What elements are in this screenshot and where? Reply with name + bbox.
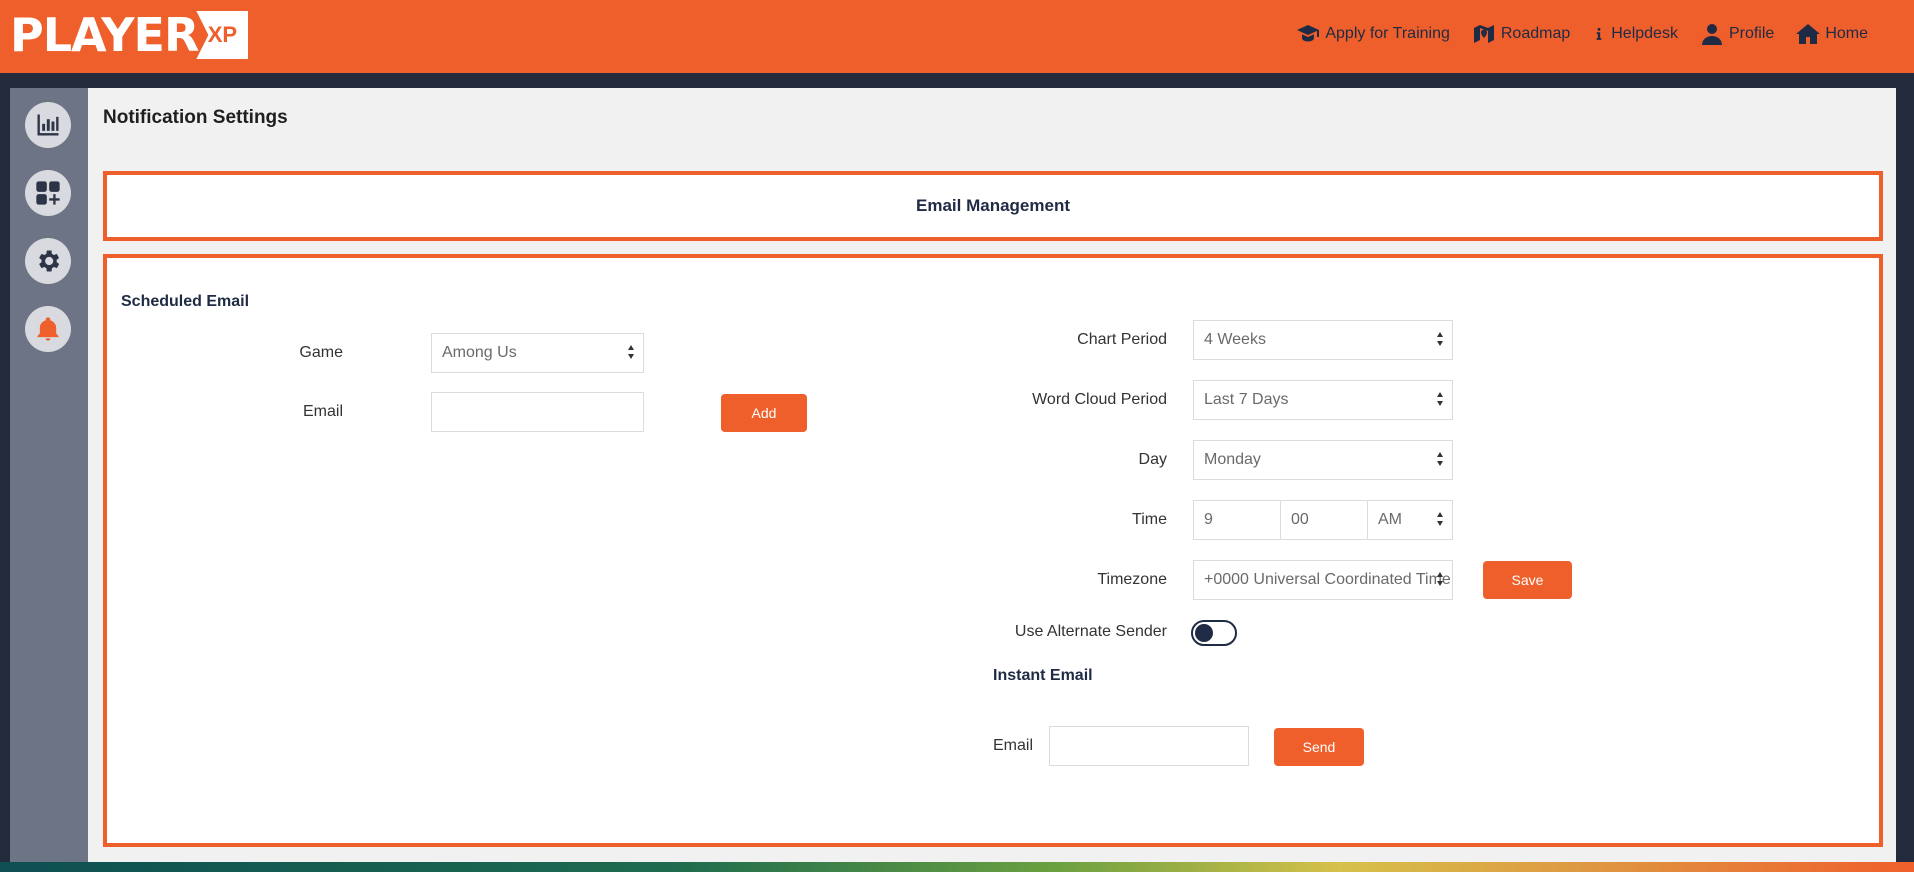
alternate-sender-label: Use Alternate Sender — [1014, 623, 1167, 640]
select-arrows-icon — [1437, 512, 1444, 528]
logo-text: PLAYER — [10, 8, 199, 62]
day-label: Day — [1138, 451, 1167, 468]
select-arrows-icon — [1437, 392, 1444, 408]
info-icon — [1596, 27, 1602, 40]
chart-period-value: 4 Weeks — [1204, 331, 1266, 348]
sidebar-item-add-widget[interactable] — [25, 170, 71, 216]
graduation-cap-icon — [1297, 25, 1320, 42]
instant-email-title: Instant Email — [993, 667, 1093, 684]
nav-label: Apply for Training — [1325, 25, 1450, 42]
word-cloud-period-select[interactable]: Last 7 Days — [1193, 380, 1453, 420]
nav-helpdesk[interactable]: Helpdesk — [1592, 22, 1678, 46]
logo[interactable]: PLAYER XP — [10, 8, 249, 62]
logo-badge: XP — [196, 11, 249, 59]
save-button[interactable]: Save — [1483, 561, 1572, 599]
nav-label: Profile — [1728, 25, 1775, 42]
panel-title: Email Management — [916, 196, 1070, 215]
top-nav: Apply for Training Roadmap Helpdesk Prof… — [1296, 22, 1868, 46]
nav-home[interactable]: Home — [1796, 22, 1868, 46]
word-cloud-period-label: Word Cloud Period — [1032, 391, 1167, 408]
time-ampm-select[interactable]: AM — [1367, 500, 1453, 540]
send-button[interactable]: Send — [1274, 728, 1364, 766]
sidebar-item-settings[interactable] — [25, 238, 71, 284]
game-label: Game — [299, 344, 343, 361]
sidebar — [10, 88, 88, 862]
nav-profile[interactable]: Profile — [1700, 22, 1774, 46]
alternate-sender-toggle[interactable] — [1191, 620, 1237, 646]
home-icon — [1796, 24, 1821, 44]
sidebar-item-analytics[interactable] — [25, 102, 71, 148]
time-hour-input[interactable]: 9 — [1193, 500, 1281, 540]
chart-bar-icon — [37, 114, 59, 136]
time-minute-value: 00 — [1291, 511, 1309, 528]
day-select[interactable]: Monday — [1193, 440, 1453, 480]
select-arrows-icon — [1437, 332, 1444, 348]
time-label: Time — [1132, 511, 1167, 528]
nav-label: Home — [1825, 25, 1868, 42]
email-label: Email — [302, 403, 343, 420]
main-content: Notification Settings Email Management S… — [88, 88, 1896, 862]
timezone-select[interactable]: +0000 Universal Coordinated Time — [1193, 560, 1453, 600]
top-bar: PLAYER XP Apply for Training Roadmap Hel… — [0, 0, 1914, 73]
select-arrows-icon — [1437, 572, 1444, 588]
instant-email-input[interactable] — [1049, 726, 1249, 766]
timezone-value: +0000 Universal Coordinated Time — [1204, 571, 1451, 588]
bottom-gradient-bar — [0, 862, 1914, 872]
word-cloud-period-value: Last 7 Days — [1204, 391, 1289, 408]
email-settings-panel: Scheduled Email Game Among Us Email Add … — [103, 254, 1883, 847]
nav-label: Roadmap — [1500, 25, 1571, 42]
bell-icon — [37, 317, 59, 341]
select-arrows-icon — [1437, 452, 1444, 468]
toggle-knob — [1195, 624, 1213, 642]
scheduled-email-title: Scheduled Email — [121, 293, 250, 310]
time-minute-input[interactable]: 00 — [1280, 500, 1368, 540]
map-icon — [1473, 25, 1494, 43]
game-select[interactable]: Among Us — [431, 333, 644, 373]
day-value: Monday — [1204, 451, 1261, 468]
timezone-label: Timezone — [1097, 571, 1167, 588]
add-button[interactable]: Add — [721, 394, 807, 432]
chart-period-label: Chart Period — [1077, 331, 1167, 348]
sidebar-item-notifications[interactable] — [25, 306, 71, 352]
page-title: Notification Settings — [103, 107, 288, 128]
add-widget-icon — [36, 181, 60, 205]
select-arrows-icon — [628, 345, 635, 361]
nav-roadmap[interactable]: Roadmap — [1472, 22, 1570, 46]
time-hour-value: 9 — [1204, 511, 1213, 528]
scheduled-email-input[interactable] — [431, 392, 644, 432]
gear-icon — [39, 250, 60, 272]
nav-apply-training[interactable]: Apply for Training — [1296, 22, 1450, 46]
email-management-header: Email Management — [103, 171, 1883, 241]
nav-label: Helpdesk — [1611, 25, 1678, 42]
time-ampm-value: AM — [1378, 511, 1402, 528]
game-select-value: Among Us — [442, 344, 517, 361]
chart-period-select[interactable]: 4 Weeks — [1193, 320, 1453, 360]
user-icon — [1701, 24, 1722, 45]
instant-email-label: Email — [993, 737, 1034, 754]
